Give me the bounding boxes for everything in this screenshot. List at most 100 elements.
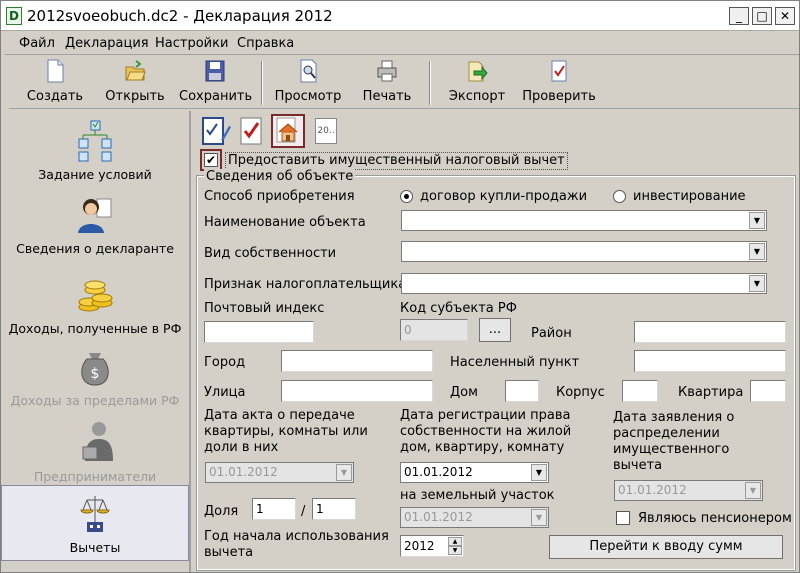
- maximize-button[interactable]: □: [752, 7, 772, 25]
- chevron-down-icon: ▼: [745, 482, 761, 499]
- open-button[interactable]: Открыть: [103, 59, 167, 105]
- share-separator: /: [301, 504, 306, 519]
- registration-date-value: 01.01.2012: [404, 465, 473, 479]
- application-date-label: Дата заявления о распределении имуществе…: [613, 410, 735, 473]
- sidebar: Задание условий Сведения о декларанте До…: [1, 111, 191, 572]
- save-button[interactable]: Сохранить: [179, 59, 253, 105]
- create-button[interactable]: Создать: [25, 59, 85, 105]
- sidebar-label-income-abroad: Доходы за пределами РФ: [10, 393, 180, 408]
- share-denominator-input[interactable]: 1: [312, 498, 356, 520]
- ownership-select[interactable]: ▼: [401, 241, 767, 262]
- open-folder-icon: [125, 60, 146, 81]
- export-button[interactable]: Экспорт: [447, 59, 507, 105]
- city-input[interactable]: [281, 350, 433, 372]
- svg-text:$: $: [91, 366, 100, 382]
- sidebar-item-entrepreneurs[interactable]: Предприниматели: [1, 417, 189, 485]
- preview-button[interactable]: Просмотр: [273, 59, 343, 105]
- menu-settings[interactable]: Настройки: [155, 36, 228, 52]
- postal-code-input[interactable]: [204, 321, 314, 343]
- usage-year-value: 2012: [404, 539, 435, 553]
- house-input[interactable]: [505, 380, 539, 402]
- toolbar-separator: [261, 61, 263, 105]
- radio-investment-label[interactable]: инвестирование: [633, 189, 746, 205]
- print-button[interactable]: Печать: [359, 59, 415, 105]
- chevron-down-icon: ▼: [531, 509, 547, 526]
- sidebar-item-conditions[interactable]: Задание условий: [1, 119, 189, 183]
- object-name-select[interactable]: ▼: [401, 210, 767, 231]
- sidebar-label-income-rf: Доходы, полученные в РФ: [8, 321, 182, 336]
- pensioner-checkbox[interactable]: [616, 511, 630, 525]
- check-page-icon: [240, 117, 262, 145]
- tab-document[interactable]: 20..: [311, 114, 345, 148]
- export-label: Экспорт: [448, 89, 506, 104]
- close-button[interactable]: ✕: [775, 7, 795, 25]
- group-title: Сведения об объекте: [204, 169, 356, 185]
- usage-year-input[interactable]: 2012 ▲ ▼: [400, 535, 464, 557]
- spin-down-icon[interactable]: ▼: [448, 546, 462, 555]
- check-document-icon: [551, 60, 567, 82]
- taxpayer-sign-label: Признак налогоплательщика: [204, 277, 407, 292]
- businessman-icon: [82, 422, 113, 461]
- application-date-value: 01.01.2012: [618, 483, 687, 497]
- usage-year-label: Год начала использования вычета: [204, 529, 389, 560]
- tab-check[interactable]: [235, 114, 269, 148]
- scales-icon: [80, 496, 110, 532]
- registration-date-select[interactable]: 01.01.2012 ▼: [400, 462, 549, 483]
- menu-declaration[interactable]: Декларация: [65, 36, 149, 52]
- apartment-input[interactable]: [750, 380, 786, 402]
- provide-deduction-checkbox[interactable]: ✔: [204, 153, 218, 167]
- title-bar: D 2012svoeobuch.dc2 - Декларация 2012 _ …: [1, 1, 799, 31]
- radio-investment[interactable]: [613, 190, 626, 203]
- save-label: Сохранить: [179, 89, 253, 104]
- radio-purchase-contract[interactable]: [400, 190, 413, 203]
- tab-property[interactable]: [271, 114, 305, 148]
- provide-deduction-label[interactable]: Предоставить имущественный налоговый выч…: [225, 152, 568, 170]
- land-label: на земельный участок: [400, 488, 555, 503]
- open-label: Открыть: [105, 89, 165, 104]
- house-icon: [276, 117, 298, 143]
- pensioner-label[interactable]: Являюсь пенсионером: [638, 511, 792, 527]
- sidebar-item-income-rf[interactable]: Доходы, полученные в РФ: [1, 273, 189, 337]
- share-numerator-input[interactable]: 1: [252, 498, 296, 520]
- street-input[interactable]: [281, 380, 433, 402]
- preview-label: Просмотр: [274, 89, 342, 104]
- taxpayer-sign-select[interactable]: ▼: [401, 273, 767, 294]
- district-input[interactable]: [634, 321, 786, 343]
- sidebar-item-declarant[interactable]: Сведения о декларанте: [1, 193, 189, 257]
- chevron-down-icon[interactable]: ▼: [531, 464, 547, 481]
- building-input[interactable]: [622, 380, 658, 402]
- provide-deduction-highlight: ✔: [200, 149, 222, 171]
- year-spinner[interactable]: ▲ ▼: [448, 537, 462, 555]
- region-picker-button[interactable]: ...: [479, 318, 511, 342]
- region-code-input: 0: [400, 319, 468, 341]
- chevron-down-icon[interactable]: ▼: [749, 243, 765, 260]
- doc-icon: 20..: [315, 118, 337, 144]
- building-label: Корпус: [556, 385, 605, 400]
- spin-up-icon[interactable]: ▲: [448, 537, 462, 546]
- conditions-tree-icon: [78, 120, 112, 162]
- menu-help[interactable]: Справка: [237, 36, 294, 52]
- menu-file[interactable]: Файл: [19, 36, 55, 52]
- app-window: D 2012svoeobuch.dc2 - Декларация 2012 _ …: [0, 0, 800, 573]
- minimize-button[interactable]: _: [729, 7, 749, 25]
- sidebar-item-income-abroad[interactable]: $ Доходы за пределами РФ: [1, 345, 189, 409]
- registration-date-label: Дата регистрации права собственности на …: [400, 408, 572, 455]
- sidebar-item-deductions[interactable]: Вычеты: [1, 485, 189, 561]
- settlement-input[interactable]: [634, 350, 786, 372]
- chevron-down-icon[interactable]: ▼: [749, 212, 765, 229]
- ownership-label: Вид собственности: [204, 246, 337, 261]
- preview-magnifier-icon: [300, 59, 317, 83]
- toolbar: Создать Открыть Сохранить Просмотр Печат…: [9, 57, 799, 109]
- menu-bar: Файл Декларация Настройки Справка: [5, 33, 799, 55]
- go-to-sums-button[interactable]: Перейти к вводу сумм: [549, 535, 783, 559]
- chevron-down-icon: ▼: [336, 464, 352, 481]
- checklist-pen-icon: [202, 117, 231, 145]
- sidebar-label-declarant: Сведения о декларанте: [16, 241, 174, 256]
- sidebar-label-conditions: Задание условий: [38, 167, 152, 182]
- radio-purchase-contract-label[interactable]: договор купли-продажи: [420, 189, 587, 205]
- check-label: Проверить: [522, 89, 596, 104]
- check-button[interactable]: Проверить: [521, 59, 597, 105]
- tab-conditions[interactable]: [199, 114, 233, 148]
- chevron-down-icon[interactable]: ▼: [749, 275, 765, 292]
- land-date-select: 01.01.2012 ▼: [400, 507, 549, 528]
